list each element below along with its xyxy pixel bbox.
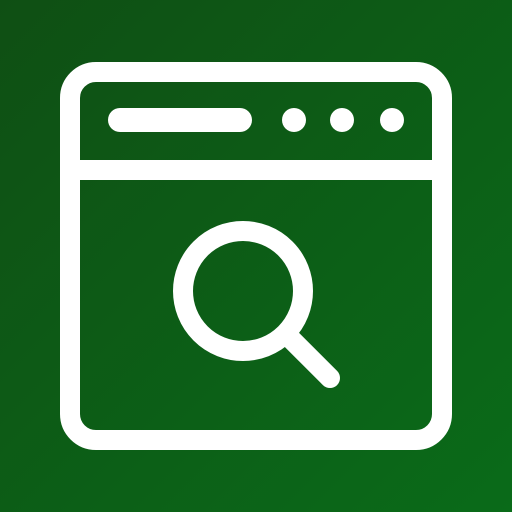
window-dot-icon <box>282 108 306 132</box>
browser-search-icon <box>0 0 512 512</box>
app-icon <box>0 0 512 512</box>
address-bar-icon <box>108 108 252 132</box>
window-dot-icon <box>380 108 404 132</box>
window-dot-icon <box>330 108 354 132</box>
